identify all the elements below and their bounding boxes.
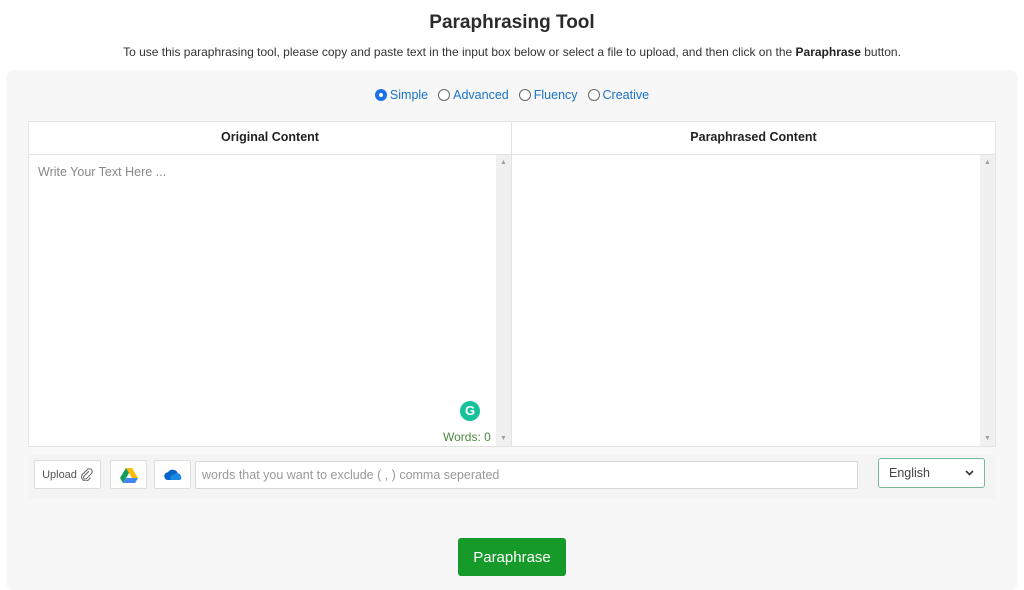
paperclip-icon — [81, 468, 93, 481]
paraphrase-button[interactable]: Paraphrase — [458, 538, 566, 576]
mode-creative[interactable]: Creative — [587, 88, 650, 102]
original-content-column: Original Content ▲ ▼ G Words: 0 — [29, 122, 512, 446]
paraphrased-text-output[interactable] — [512, 155, 980, 446]
editor-box: Original Content ▲ ▼ G Words: 0 Paraphra… — [28, 121, 996, 447]
paraphrased-scrollbar[interactable]: ▲ ▼ — [980, 155, 995, 446]
original-scrollbar[interactable]: ▲ ▼ — [496, 155, 511, 446]
mode-label: Simple — [389, 88, 429, 102]
radio-fluency[interactable] — [518, 89, 531, 101]
google-drive-button[interactable] — [110, 460, 147, 489]
exclude-words-input[interactable] — [195, 461, 858, 489]
page-subtitle: To use this paraphrasing tool, please co… — [0, 45, 1024, 59]
radio-advanced[interactable] — [438, 89, 451, 101]
mode-advanced[interactable]: Advanced — [438, 88, 509, 102]
subtitle-bold: Paraphrase — [795, 45, 861, 59]
scroll-down-arrow-icon[interactable]: ▼ — [980, 431, 995, 446]
page-title: Paraphrasing Tool — [429, 12, 595, 33]
paraphrased-content-header: Paraphrased Content — [512, 122, 995, 155]
upload-label: Upload — [42, 468, 77, 481]
onedrive-button[interactable] — [154, 460, 191, 489]
language-selected: English — [889, 466, 930, 480]
input-toolbar: Upload English — [28, 455, 996, 499]
mode-label: Advanced — [453, 88, 509, 102]
original-content-header: Original Content — [29, 122, 511, 155]
upload-button[interactable]: Upload — [34, 460, 101, 489]
google-drive-icon — [119, 467, 138, 483]
scroll-up-arrow-icon[interactable]: ▲ — [496, 155, 511, 170]
chevron-down-icon — [965, 470, 974, 476]
mode-label: Creative — [602, 88, 650, 102]
original-text-input[interactable] — [29, 155, 496, 446]
mode-selector: Simple Advanced Fluency Creative — [0, 88, 1024, 102]
mode-label: Fluency — [533, 88, 578, 102]
scroll-up-arrow-icon[interactable]: ▲ — [980, 155, 995, 170]
language-select[interactable]: English — [878, 458, 985, 488]
grammarly-icon[interactable]: G — [460, 401, 480, 421]
paraphrased-content-column: Paraphrased Content ▲ ▼ — [512, 122, 995, 446]
mode-fluency[interactable]: Fluency — [518, 88, 578, 102]
radio-simple[interactable] — [374, 89, 387, 101]
mode-simple[interactable]: Simple — [374, 88, 429, 102]
scroll-down-arrow-icon[interactable]: ▼ — [496, 431, 511, 446]
subtitle-text-end: button. — [860, 45, 901, 59]
subtitle-text: To use this paraphrasing tool, please co… — [123, 45, 796, 59]
onedrive-icon — [163, 469, 181, 480]
word-count: Words: 0 — [443, 430, 491, 444]
radio-creative[interactable] — [587, 89, 600, 101]
